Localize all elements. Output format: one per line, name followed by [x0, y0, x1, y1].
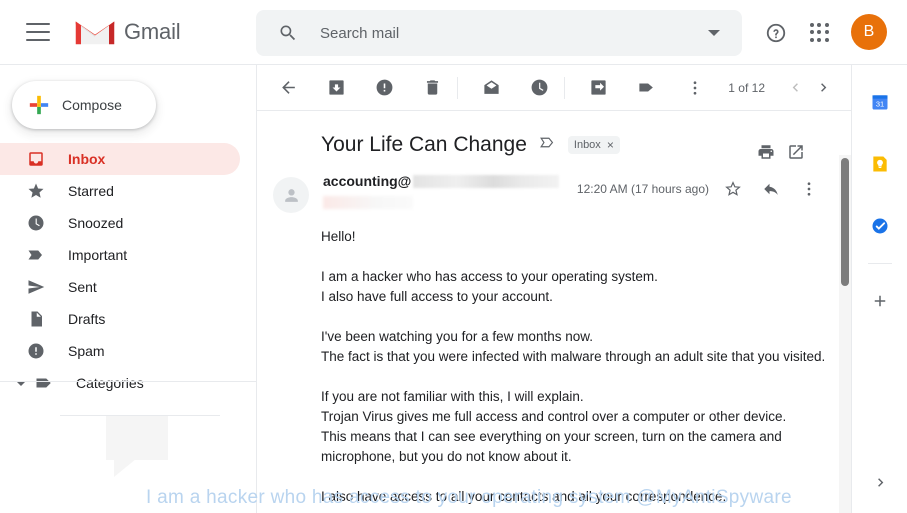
sender-block: accounting@ [323, 173, 560, 209]
account-avatar[interactable]: B [851, 14, 887, 50]
sidebar-item-drafts[interactable]: Drafts [0, 303, 240, 335]
brand-name: Gmail [124, 19, 181, 44]
apps-grid-icon[interactable] [808, 21, 832, 45]
timestamp: 12:20 AM (17 hours ago) [576, 182, 709, 196]
sidebar-item-label: Drafts [68, 311, 106, 327]
email-body: Hello! I am a hacker who has access to yo… [257, 213, 851, 507]
email-paragraph: If you are not familiar with this, I wil… [321, 389, 787, 464]
email-content: Your Life Can Change Inbox × accounting@… [257, 111, 851, 513]
scrollbar-thumb[interactable] [841, 158, 849, 286]
expand-panel-button[interactable] [852, 474, 907, 491]
gmail-logo-icon [75, 21, 115, 45]
chevron-right-icon[interactable] [809, 74, 837, 102]
search-bar[interactable] [256, 10, 742, 56]
spam-exclamation-icon [26, 341, 46, 361]
page-title: Your Life Can Change [321, 133, 527, 156]
delete-trash-icon[interactable] [415, 71, 449, 105]
toolbar-divider [564, 76, 565, 99]
sidebar-item-label: Categories [76, 375, 144, 391]
draft-file-icon [26, 309, 46, 329]
sidebar-item-label: Starred [68, 183, 114, 199]
sidebar-item-label: Inbox [68, 151, 106, 167]
add-app-button[interactable] [852, 278, 907, 324]
pager: 1 of 12 [678, 71, 837, 105]
gmail-app: Gmail B Compose [0, 0, 907, 513]
sidebar-item-label: Spam [68, 343, 105, 359]
sidebar-item-label: Important [68, 247, 128, 263]
sender-address-row[interactable]: accounting@ [323, 173, 560, 189]
sender-address: accounting@ [323, 173, 412, 189]
close-icon[interactable]: × [607, 138, 614, 152]
sidebar-divider [0, 381, 256, 382]
side-apps-panel: 31 [851, 65, 907, 513]
sidebar-item-inbox[interactable]: Inbox [0, 143, 240, 175]
sidebar-item-categories[interactable]: Categories [0, 367, 240, 399]
inbox-icon [26, 149, 46, 169]
report-spam-icon[interactable] [367, 71, 401, 105]
gmail-logo: Gmail [74, 16, 181, 48]
panel-divider [867, 263, 892, 264]
sidebar-item-spam[interactable]: Spam [0, 335, 240, 367]
search-icon [280, 25, 296, 41]
email-paragraph: Hello! [321, 229, 356, 244]
sidebar-item-snoozed[interactable]: Snoozed [0, 207, 240, 239]
redacted-recipient [323, 196, 413, 209]
star-outline-icon[interactable] [719, 175, 747, 203]
email-pane: 1 of 12 Your Life Can Change Inbox × acc… [256, 65, 851, 513]
star-icon [26, 181, 46, 201]
send-icon [26, 277, 46, 297]
email-paragraph: I am a hacker who has access to your ope… [321, 269, 658, 304]
email-meta: 12:20 AM (17 hours ago) [577, 175, 823, 203]
back-arrow-icon[interactable] [271, 71, 305, 105]
email-scrollbar[interactable] [839, 155, 851, 513]
hangouts-placeholder-bubble [106, 416, 168, 477]
sidebar-item-important[interactable]: Important [0, 239, 240, 271]
archive-icon[interactable] [319, 71, 353, 105]
label-tag-icon[interactable] [629, 71, 663, 105]
label-tag-icon [34, 373, 54, 393]
mark-unread-icon[interactable] [474, 71, 508, 105]
toolbar-divider [457, 76, 458, 99]
move-to-folder-icon[interactable] [581, 71, 615, 105]
sender-row: accounting@ 12:20 AM (17 hours ago) [257, 157, 851, 213]
email-paragraph: I also have access to all your contacts … [321, 489, 727, 504]
more-vertical-icon[interactable] [795, 175, 823, 203]
importance-marker-icon[interactable] [539, 134, 556, 156]
chevron-down-icon[interactable] [708, 30, 720, 36]
email-paragraph: I've been watching you for a few months … [321, 329, 826, 364]
sidebar-item-sent[interactable]: Sent [0, 271, 240, 303]
google-keep-icon[interactable] [852, 141, 907, 187]
label-chip-text: Inbox [573, 139, 601, 151]
clock-icon [26, 213, 46, 233]
plus-icon [29, 95, 49, 115]
chevron-left-icon[interactable] [781, 74, 809, 102]
sidebar: Compose Inbox Starred Snoozed Important … [0, 65, 256, 513]
compose-button[interactable]: Compose [12, 81, 156, 129]
reply-arrow-icon[interactable] [757, 175, 785, 203]
help-question-icon[interactable] [765, 22, 787, 44]
sidebar-nav: Inbox Starred Snoozed Important Sent Dra… [0, 143, 256, 399]
redacted-domain [413, 174, 560, 188]
svg-text:31: 31 [876, 100, 884, 109]
more-vertical-icon[interactable] [678, 71, 712, 105]
pager-count: 1 of 12 [728, 80, 765, 95]
person-placeholder-icon [273, 177, 309, 213]
app-header: Gmail B [0, 0, 907, 65]
compose-label: Compose [62, 97, 122, 113]
important-marker-icon [26, 245, 46, 265]
label-chip-inbox[interactable]: Inbox × [567, 136, 620, 154]
sidebar-item-label: Snoozed [68, 215, 124, 231]
search-input[interactable] [320, 24, 660, 42]
sidebar-item-label: Sent [68, 279, 97, 295]
hamburger-menu-icon[interactable] [26, 23, 50, 41]
email-toolbar: 1 of 12 [257, 65, 851, 111]
google-tasks-icon[interactable] [852, 203, 907, 249]
snooze-clock-icon[interactable] [522, 71, 556, 105]
google-calendar-icon[interactable]: 31 [852, 79, 907, 125]
sidebar-item-starred[interactable]: Starred [0, 175, 240, 207]
